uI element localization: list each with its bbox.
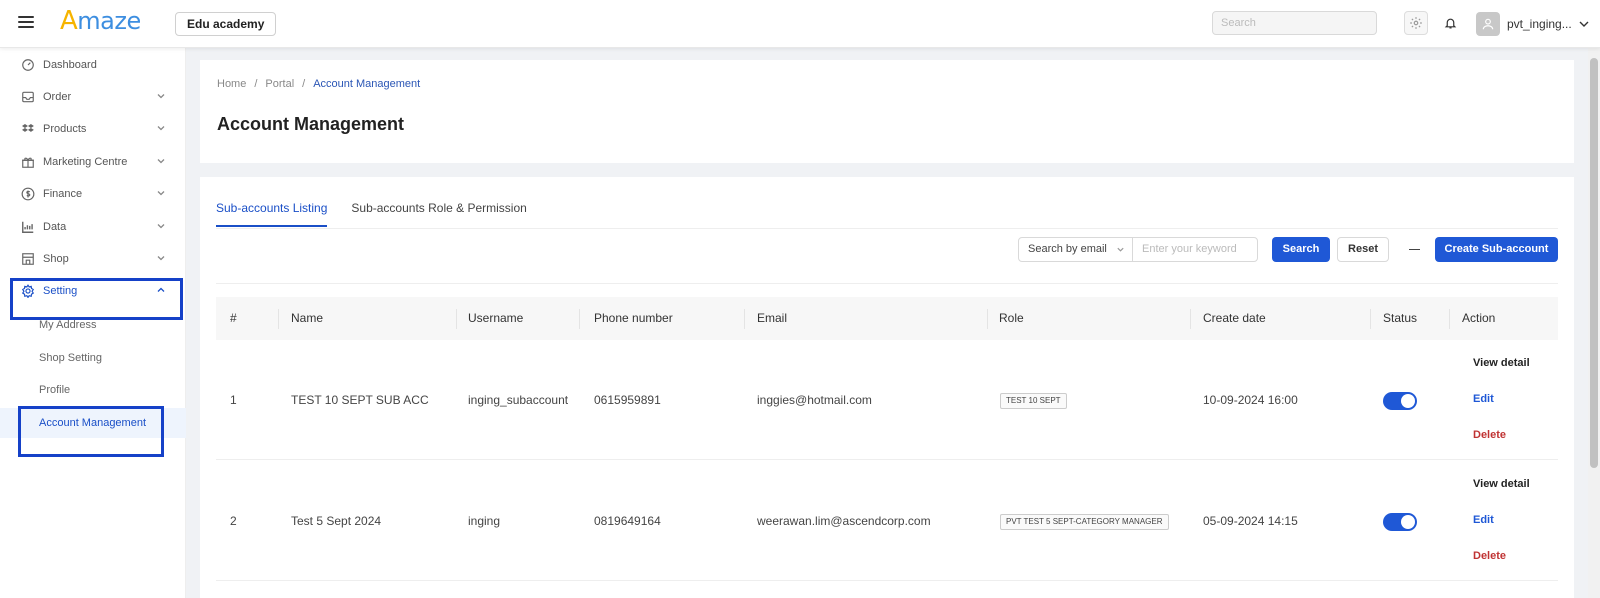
cell-phone: 0615959891 xyxy=(594,393,661,407)
sidebar-item-data[interactable]: Data xyxy=(0,212,186,242)
user-menu[interactable]: pvt_inging... xyxy=(1476,12,1589,36)
status-toggle[interactable] xyxy=(1383,513,1417,531)
cell-name: Test 5 Sept 2024 xyxy=(291,514,382,528)
column-header-status: Status xyxy=(1383,311,1418,325)
dashboard-icon xyxy=(21,58,35,72)
view-detail-link[interactable]: View detail xyxy=(1473,478,1530,490)
tabs: Sub-accounts Listing Sub-accounts Role &… xyxy=(216,201,527,227)
scrollbar-thumb[interactable] xyxy=(1590,58,1598,468)
dollar-icon xyxy=(21,187,35,201)
chevron-down-icon xyxy=(157,126,165,131)
collapse-button[interactable] xyxy=(1404,237,1424,262)
delete-link[interactable]: Delete xyxy=(1473,429,1506,441)
chevron-up-icon xyxy=(157,287,165,292)
page-scrollbar[interactable] xyxy=(1588,48,1600,598)
delete-link[interactable]: Delete xyxy=(1473,550,1506,562)
cell-create-date: 05-09-2024 14:15 xyxy=(1203,514,1298,528)
filter-divider xyxy=(216,283,1558,284)
column-header-email: Email xyxy=(757,311,788,325)
reset-button[interactable]: Reset xyxy=(1337,237,1389,262)
boxes-icon xyxy=(21,122,35,136)
breadcrumb: Home / Portal / Account Management xyxy=(217,78,421,90)
column-header-no: # xyxy=(230,311,237,325)
table-row: 2 Test 5 Sept 2024 inging 0819649164 wee… xyxy=(216,461,1558,581)
breadcrumb-home[interactable]: Home xyxy=(217,78,246,90)
breadcrumb-current: Account Management xyxy=(313,78,421,90)
keyword-input[interactable]: Enter your keyword xyxy=(1132,237,1258,262)
role-tag: PVT TEST 5 SEPT-CATEGORY MANAGER xyxy=(1000,514,1169,530)
column-header-role: Role xyxy=(999,311,1024,325)
chevron-down-icon xyxy=(157,191,165,196)
user-icon xyxy=(1482,18,1494,30)
cell-phone: 0819649164 xyxy=(594,514,661,528)
avatar xyxy=(1476,12,1500,36)
tab-sub-accounts-listing[interactable]: Sub-accounts Listing xyxy=(216,201,328,227)
tabs-divider xyxy=(216,228,1558,229)
column-header-username: Username xyxy=(468,311,524,325)
sidebar-item-marketing-centre[interactable]: Marketing Centre xyxy=(0,147,186,177)
page-header-card: Home / Portal / Account Management Accou… xyxy=(200,60,1574,163)
cell-email: weerawan.lim@ascendcorp.com xyxy=(757,514,931,528)
cell-email: inggies@hotmail.com xyxy=(757,393,872,407)
gear-icon xyxy=(21,284,35,298)
chevron-down-icon xyxy=(1579,21,1589,27)
sidebar-item-order[interactable]: Order xyxy=(0,82,186,112)
cell-no: 2 xyxy=(230,514,237,528)
sidebar-subitem-shop-setting[interactable]: Shop Setting xyxy=(0,343,186,373)
sidebar-item-shop[interactable]: Shop xyxy=(0,244,186,274)
edit-link[interactable]: Edit xyxy=(1473,393,1494,405)
sidebar-subitem-account-management[interactable]: Account Management xyxy=(0,408,186,438)
chart-icon xyxy=(21,220,35,234)
column-header-create-date: Create date xyxy=(1203,311,1266,325)
inbox-icon xyxy=(21,90,35,104)
sidebar-item-finance[interactable]: Finance xyxy=(0,179,186,209)
sidebar-subitem-my-address[interactable]: My Address xyxy=(0,310,186,340)
chevron-down-icon xyxy=(157,224,165,229)
sidebar-item-setting[interactable]: Setting xyxy=(0,276,186,306)
column-header-name: Name xyxy=(291,311,324,325)
minus-icon xyxy=(1408,248,1420,251)
gear-icon xyxy=(1410,17,1422,29)
table-header: # Name Username Phone number Email Role … xyxy=(216,297,1558,340)
logo[interactable]: Amaze xyxy=(60,6,141,36)
breadcrumb-portal[interactable]: Portal xyxy=(265,78,294,90)
sidebar: Dashboard Order Products Marketing Centr… xyxy=(0,48,186,598)
username-label: pvt_inging... xyxy=(1507,17,1572,31)
edit-link[interactable]: Edit xyxy=(1473,514,1494,526)
cell-create-date: 10-09-2024 16:00 xyxy=(1203,393,1298,407)
chevron-down-icon xyxy=(157,159,165,164)
view-detail-link[interactable]: View detail xyxy=(1473,357,1530,369)
cell-name: TEST 10 SEPT SUB ACC xyxy=(291,393,429,407)
create-sub-account-button[interactable]: Create Sub-account xyxy=(1435,237,1558,262)
search-field-select[interactable]: Search by email xyxy=(1018,237,1133,262)
role-tag: TEST 10 SEPT xyxy=(1000,393,1067,409)
sidebar-item-products[interactable]: Products xyxy=(0,114,186,144)
chevron-down-icon xyxy=(157,94,165,99)
bell-icon xyxy=(1444,18,1456,29)
column-header-phone: Phone number xyxy=(594,311,673,325)
sidebar-subitem-profile[interactable]: Profile xyxy=(0,375,186,405)
notification-bell[interactable] xyxy=(1440,13,1460,33)
menu-icon[interactable] xyxy=(18,14,34,30)
cell-username: inging_subaccount xyxy=(468,393,569,407)
tab-sub-accounts-role-permission[interactable]: Sub-accounts Role & Permission xyxy=(351,201,526,227)
chevron-down-icon xyxy=(157,256,165,261)
shop-icon xyxy=(21,252,35,266)
table-row: 1 TEST 10 SEPT SUB ACC inging_subaccount… xyxy=(216,340,1558,460)
column-header-action: Action xyxy=(1462,311,1496,325)
sidebar-item-dashboard[interactable]: Dashboard xyxy=(0,50,186,80)
settings-button[interactable] xyxy=(1404,11,1428,35)
listing-card: Sub-accounts Listing Sub-accounts Role &… xyxy=(200,177,1574,598)
search-input[interactable]: Search xyxy=(1212,11,1377,35)
gift-icon xyxy=(21,155,35,169)
chevron-down-icon xyxy=(1117,247,1124,252)
cell-username: inging xyxy=(468,514,501,528)
cell-no: 1 xyxy=(230,393,237,407)
top-header: Amaze Edu academy Search pvt_inging... xyxy=(0,0,1600,48)
status-toggle[interactable] xyxy=(1383,392,1417,410)
page-title: Account Management xyxy=(217,114,405,134)
search-button[interactable]: Search xyxy=(1272,237,1330,262)
store-selector-button[interactable]: Edu academy xyxy=(175,12,277,36)
